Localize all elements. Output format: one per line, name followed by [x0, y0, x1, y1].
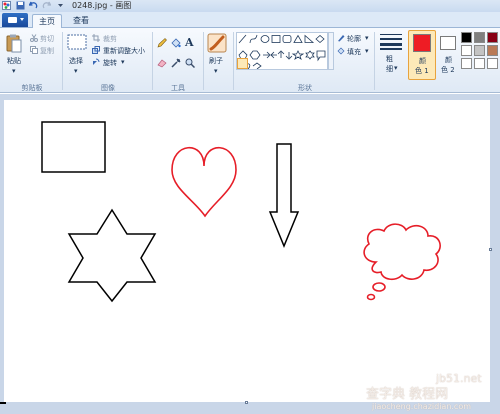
- paint-menu-button[interactable]: [2, 13, 28, 27]
- chevron-down-icon: ▾: [214, 67, 218, 75]
- palette-color-swatch[interactable]: [461, 58, 472, 69]
- palette-color-swatch[interactable]: [474, 32, 485, 43]
- brushes-icon[interactable]: [207, 33, 227, 53]
- resize-label[interactable]: 重新调整大小: [103, 46, 145, 56]
- color2-label[interactable]: 颜: [445, 55, 452, 65]
- shapes-gallery: [236, 32, 328, 70]
- palette-color-swatch[interactable]: [487, 45, 498, 56]
- fill-label[interactable]: 填充: [347, 47, 361, 57]
- crop-icon[interactable]: [92, 34, 100, 42]
- color1-button[interactable]: 颜 色 1: [408, 30, 436, 80]
- clipboard-group-label: 剪贴板: [21, 84, 43, 92]
- crop-label[interactable]: 裁剪: [103, 34, 117, 44]
- tab-view[interactable]: 查看: [66, 14, 96, 28]
- palette-color-swatch[interactable]: [461, 32, 472, 43]
- color2-label-2: 色 2: [441, 66, 455, 74]
- paste-button-label[interactable]: 粘贴: [7, 56, 21, 66]
- save-icon[interactable]: [16, 1, 25, 10]
- text-icon[interactable]: A: [185, 36, 194, 49]
- watermark-domain: jiaocheng.chazidian.com: [372, 402, 472, 411]
- color-picker-icon[interactable]: [171, 58, 181, 68]
- palette-color-swatch[interactable]: [487, 58, 498, 69]
- chevron-down-icon: ▾: [12, 67, 16, 75]
- copy-label[interactable]: 复制: [40, 46, 54, 56]
- thought-bubble-shape: [363, 223, 441, 301]
- outline-icon[interactable]: [337, 34, 345, 42]
- title-bar: 0248.jpg - 画图: [0, 0, 500, 12]
- window-title: 0248.jpg - 画图: [72, 1, 132, 10]
- down-arrow-shape: [268, 143, 300, 248]
- copy-icon[interactable]: [30, 46, 38, 54]
- paint-app-icon[interactable]: [2, 1, 11, 10]
- size-label-2[interactable]: 细: [386, 64, 393, 74]
- customize-toolbar-icon[interactable]: [56, 1, 65, 10]
- rectangle-shape: [41, 121, 106, 173]
- watermark-text: 查字典 教程网: [366, 387, 449, 402]
- group-divider: [374, 32, 375, 90]
- paste-icon[interactable]: [6, 33, 22, 53]
- palette-color-swatch[interactable]: [461, 45, 472, 56]
- rotate-icon[interactable]: [92, 58, 100, 66]
- size-label[interactable]: 粗: [386, 54, 393, 64]
- size-icon[interactable]: [380, 34, 402, 50]
- palette-color-swatch[interactable]: [474, 45, 485, 56]
- group-divider: [152, 32, 153, 90]
- chevron-down-icon: ▾: [394, 64, 398, 72]
- eraser-icon[interactable]: [157, 58, 167, 68]
- chevron-down-icon: ▾: [121, 58, 125, 66]
- cut-icon[interactable]: [30, 34, 38, 42]
- heart-shape: [171, 146, 237, 218]
- cut-label[interactable]: 剪切: [40, 34, 54, 44]
- redo-icon[interactable]: [42, 1, 51, 10]
- canvas-resize-handle-bottom[interactable]: [245, 401, 248, 404]
- pencil-icon[interactable]: [157, 38, 167, 48]
- color1-label-2: 色 1: [415, 67, 429, 75]
- chevron-down-icon: ▾: [365, 34, 369, 42]
- watermark-site: jb51.net: [436, 372, 482, 385]
- undo-icon[interactable]: [29, 1, 38, 10]
- chevron-down-icon: [20, 18, 24, 21]
- star-shape: [67, 208, 157, 303]
- shapes-gallery-scrollbar[interactable]: [328, 32, 334, 70]
- drawing-canvas[interactable]: [4, 100, 490, 402]
- tools-group-label: 工具: [171, 84, 185, 92]
- resize-icon[interactable]: [92, 46, 100, 54]
- fill-icon[interactable]: [337, 47, 345, 55]
- shapes-group-label: 形状: [298, 84, 312, 92]
- paint-menu-icon: [8, 17, 17, 23]
- chevron-down-icon: ▾: [74, 67, 78, 75]
- color1-swatch: [413, 34, 431, 52]
- fill-bucket-icon[interactable]: [171, 38, 181, 48]
- canvas-drawing: [41, 121, 441, 303]
- group-divider: [62, 32, 63, 90]
- status-bar-edge: [0, 402, 6, 404]
- group-divider: [203, 32, 204, 90]
- shape-heart-selected[interactable]: [237, 58, 248, 69]
- image-group-label: 图像: [101, 84, 115, 92]
- outline-label[interactable]: 轮廓: [347, 34, 361, 44]
- select-button-label[interactable]: 选择: [69, 56, 83, 66]
- magnifier-icon[interactable]: [185, 58, 195, 68]
- color2-swatch[interactable]: [440, 36, 456, 50]
- palette-color-swatch[interactable]: [487, 32, 498, 43]
- canvas-resize-handle-right[interactable]: [489, 248, 492, 251]
- shapes-gallery-icons[interactable]: [237, 33, 327, 70]
- chevron-down-icon: ▾: [365, 47, 369, 55]
- color-palette: [461, 32, 500, 74]
- rotate-label[interactable]: 旋转: [103, 58, 117, 68]
- palette-color-swatch[interactable]: [474, 58, 485, 69]
- color1-label: 颜: [419, 57, 426, 65]
- tab-home[interactable]: 主页: [32, 14, 62, 28]
- group-divider: [233, 32, 234, 90]
- select-icon[interactable]: [67, 34, 87, 52]
- brushes-label[interactable]: 刷子: [209, 56, 223, 66]
